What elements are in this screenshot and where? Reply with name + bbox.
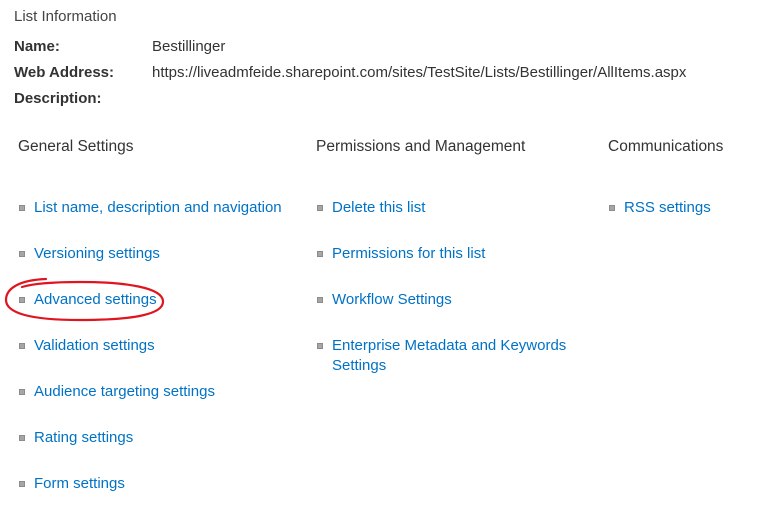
bullet-icon (609, 205, 615, 211)
list-item: Form settings (19, 474, 125, 494)
permissions-management-heading: Permissions and Management (316, 138, 526, 155)
bullet-icon (19, 251, 25, 257)
communications-heading: Communications (608, 138, 724, 155)
bullet-icon (317, 343, 323, 349)
list-information-title: List Information (14, 8, 117, 25)
delete-this-list-link[interactable]: Delete this list (332, 198, 425, 218)
list-item: Validation settings (19, 336, 155, 356)
versioning-settings-link[interactable]: Versioning settings (34, 244, 160, 264)
workflow-settings-link[interactable]: Workflow Settings (332, 290, 452, 310)
list-item: Rating settings (19, 428, 133, 448)
audience-targeting-settings-link[interactable]: Audience targeting settings (34, 382, 215, 402)
list-item: Workflow Settings (317, 290, 452, 310)
name-label: Name: (14, 38, 60, 55)
enterprise-metadata-keywords-link[interactable]: Enterprise Metadata and Keywords Setting… (332, 336, 582, 376)
bullet-icon (317, 205, 323, 211)
bullet-icon (19, 343, 25, 349)
web-address-label: Web Address: (14, 64, 115, 81)
list-item: Versioning settings (19, 244, 160, 264)
bullet-icon (19, 435, 25, 441)
bullet-icon (317, 251, 323, 257)
web-address-value: https://liveadmfeide.sharepoint.com/site… (152, 64, 687, 81)
bullet-icon (19, 297, 25, 303)
list-item: Permissions for this list (317, 244, 485, 264)
general-settings-heading: General Settings (18, 138, 134, 155)
rating-settings-link[interactable]: Rating settings (34, 428, 133, 448)
list-item: Enterprise Metadata and Keywords Setting… (317, 336, 582, 376)
form-settings-link[interactable]: Form settings (34, 474, 125, 494)
list-name-description-navigation-link[interactable]: List name, description and navigation (34, 198, 282, 218)
validation-settings-link[interactable]: Validation settings (34, 336, 155, 356)
description-label: Description: (14, 90, 102, 107)
bullet-icon (317, 297, 323, 303)
list-item: Audience targeting settings (19, 382, 215, 402)
rss-settings-link[interactable]: RSS settings (624, 198, 711, 218)
bullet-icon (19, 481, 25, 487)
advanced-settings-link[interactable]: Advanced settings (34, 290, 157, 310)
name-value: Bestillinger (152, 38, 226, 55)
list-item: RSS settings (609, 198, 711, 218)
list-item: List name, description and navigation (19, 198, 282, 218)
list-item: Advanced settings (19, 290, 157, 310)
permissions-for-this-list-link[interactable]: Permissions for this list (332, 244, 485, 264)
bullet-icon (19, 205, 25, 211)
list-item: Delete this list (317, 198, 425, 218)
bullet-icon (19, 389, 25, 395)
